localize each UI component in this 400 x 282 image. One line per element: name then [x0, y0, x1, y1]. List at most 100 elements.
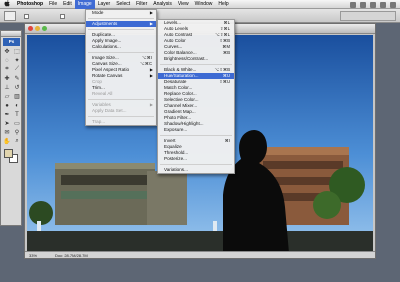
bluetooth-icon[interactable] — [350, 1, 356, 8]
menu-item-brightness-contrast[interactable]: Brightness/Contrast... — [158, 56, 234, 62]
option-checkbox[interactable] — [60, 14, 65, 19]
option-checkbox[interactable] — [24, 14, 29, 19]
volume-icon[interactable] — [370, 1, 376, 8]
menu-select[interactable]: Select — [113, 0, 133, 9]
menu-item-label: Levels... — [164, 20, 182, 25]
menu-item-label: Mode — [92, 10, 104, 15]
menu-extras — [350, 0, 396, 9]
menu-file[interactable]: File — [46, 0, 60, 9]
menu-item-mode[interactable]: Mode ▶ — [86, 10, 156, 16]
menu-filter[interactable]: Filter — [133, 0, 150, 9]
menu-item-label: Posterize... — [164, 156, 187, 161]
photoshop-badge[interactable]: Ps — [3, 38, 20, 46]
document-info[interactable]: Doc: 28.7M/28.7M — [55, 253, 88, 258]
spotlight-icon[interactable] — [390, 1, 396, 8]
zoom-level[interactable]: 33% — [29, 253, 37, 258]
menu-separator — [88, 114, 154, 117]
menu-item-exposure[interactable]: Exposure... — [158, 127, 234, 133]
pen-tool-icon[interactable]: ✒ — [2, 110, 12, 119]
menu-help[interactable]: Help — [215, 0, 231, 9]
menu-item-label: Calculations... — [92, 44, 121, 49]
shape-tool-icon[interactable]: ▭ — [12, 119, 22, 128]
history-brush-tool-icon[interactable]: ↺ — [12, 83, 22, 92]
wifi-icon[interactable] — [360, 1, 366, 8]
submenu-arrow-icon: ▶ — [149, 10, 153, 15]
close-window-icon[interactable] — [28, 26, 33, 31]
menu-item-label: Selective Color... — [164, 97, 199, 102]
window-controls — [28, 26, 47, 31]
menu-analysis[interactable]: Analysis — [150, 0, 175, 9]
gradient-tool-icon[interactable]: ▥ — [12, 92, 22, 101]
eraser-tool-icon[interactable]: ▱ — [2, 92, 12, 101]
path-selection-tool-icon[interactable]: ➤ — [2, 119, 12, 128]
menu-item-label: Apply Image... — [92, 38, 122, 43]
hand-tool-icon[interactable]: ✋ — [2, 137, 12, 146]
tool-preset-picker[interactable] — [4, 11, 16, 21]
menu-item-label: Pixel Aspect Ratio — [92, 67, 130, 72]
marquee-tool-icon[interactable]: ⬚ — [12, 47, 22, 56]
menu-item-label: Invert — [164, 138, 176, 143]
notes-tool-icon[interactable]: ✉ — [2, 128, 12, 137]
menu-item-label: Threshold... — [164, 150, 189, 155]
menu-layer[interactable]: Layer — [95, 0, 114, 9]
apple-icon[interactable] — [4, 0, 14, 9]
palette-well[interactable] — [340, 11, 396, 21]
adjustments-submenu: Levels... ⌘L Auto Levels ⇧⌘L Auto Contrast ⌥⇧… — [157, 19, 235, 174]
menu-item-label: Shadow/Highlight... — [164, 121, 204, 126]
menu-item-label: Exposure... — [164, 127, 188, 132]
toolbox: Ps ✥ ⬚ ◌ ✦ ⌗ ⟋ ✚ ✎ ⊥ ↺ ▱ ▥ ● ◐ ✒ T ➤ ▭ ✉… — [0, 30, 22, 226]
menu-item-label: Match Color... — [164, 85, 193, 90]
menu-item-label: Adjustments — [92, 21, 118, 26]
menu-view[interactable]: View — [175, 0, 192, 9]
type-tool-icon[interactable]: T — [12, 110, 22, 119]
menu-item-label: Auto Levels — [164, 26, 189, 31]
menu-item-label: Hue/Saturation... — [164, 73, 199, 78]
crop-tool-icon[interactable]: ⌗ — [2, 65, 12, 74]
menu-item-label: Photo Filter... — [164, 115, 192, 120]
menu-item-label: Image Size... — [92, 55, 119, 60]
menu-item-posterize[interactable]: Posterize... — [158, 156, 234, 162]
menu-separator — [160, 133, 232, 136]
toolbox-header[interactable] — [1, 31, 21, 37]
eyedropper-tool-icon[interactable]: ⚲ — [12, 128, 22, 137]
blur-tool-icon[interactable]: ● — [2, 101, 12, 110]
healing-brush-tool-icon[interactable]: ✚ — [2, 74, 12, 83]
clone-stamp-tool-icon[interactable]: ⊥ — [2, 83, 12, 92]
menu-item-label: Gradient Map... — [164, 109, 196, 114]
zoom-window-icon[interactable] — [42, 26, 47, 31]
menu-item-label: Desaturate — [164, 79, 187, 84]
menu-item-label: Variables — [92, 102, 111, 107]
minimize-window-icon[interactable] — [35, 26, 40, 31]
menu-item-label: Canvas Size... — [92, 61, 122, 66]
dodge-tool-icon[interactable]: ◐ — [12, 101, 22, 110]
menu-image[interactable]: Image — [74, 0, 95, 9]
menu-item-adjustments[interactable]: Adjustments ▶ — [86, 21, 156, 27]
document-status-bar: 33% Doc: 28.7M/28.7M — [25, 251, 375, 258]
menu-item-reveal-all: Reveal All — [86, 91, 156, 97]
foreground-color-swatch[interactable] — [4, 149, 13, 158]
menu-item-label: Auto Contrast — [164, 32, 193, 37]
menu-item-variations[interactable]: Variations... — [158, 167, 234, 173]
menu-edit[interactable]: Edit — [60, 0, 75, 9]
menu-item-label: Channel Mixer... — [164, 103, 198, 108]
menu-item-label: Variations... — [164, 167, 188, 172]
menu-item-label: Rotate Canvas — [92, 73, 123, 78]
menu-photoshop[interactable]: Photoshop — [14, 0, 46, 9]
brush-tool-icon[interactable]: ✎ — [12, 74, 22, 83]
image-menu-dropdown: Mode ▶ Adjustments ▶ Duplicate... Apply Image… — [85, 9, 157, 126]
menu-window[interactable]: Window — [192, 0, 216, 9]
magic-wand-tool-icon[interactable]: ✦ — [12, 56, 22, 65]
slice-tool-icon[interactable]: ⟋ — [12, 65, 22, 74]
zoom-tool-icon[interactable]: ⌕ — [12, 137, 22, 146]
menu-item-calculations[interactable]: Calculations... — [86, 44, 156, 50]
lasso-tool-icon[interactable]: ◌ — [2, 56, 12, 65]
menu-separator — [88, 97, 154, 100]
move-tool-icon[interactable]: ✥ — [2, 47, 12, 56]
menu-item-trap: Trap... — [86, 119, 156, 125]
menu-item-label: Auto Color — [164, 38, 186, 43]
menu-item-label: Brightness/Contrast... — [164, 56, 209, 61]
submenu-arrow-icon: ▶ — [149, 21, 153, 26]
menu-separator — [160, 162, 232, 165]
menu-item-label: Trim... — [92, 85, 105, 90]
battery-icon[interactable] — [380, 1, 386, 8]
